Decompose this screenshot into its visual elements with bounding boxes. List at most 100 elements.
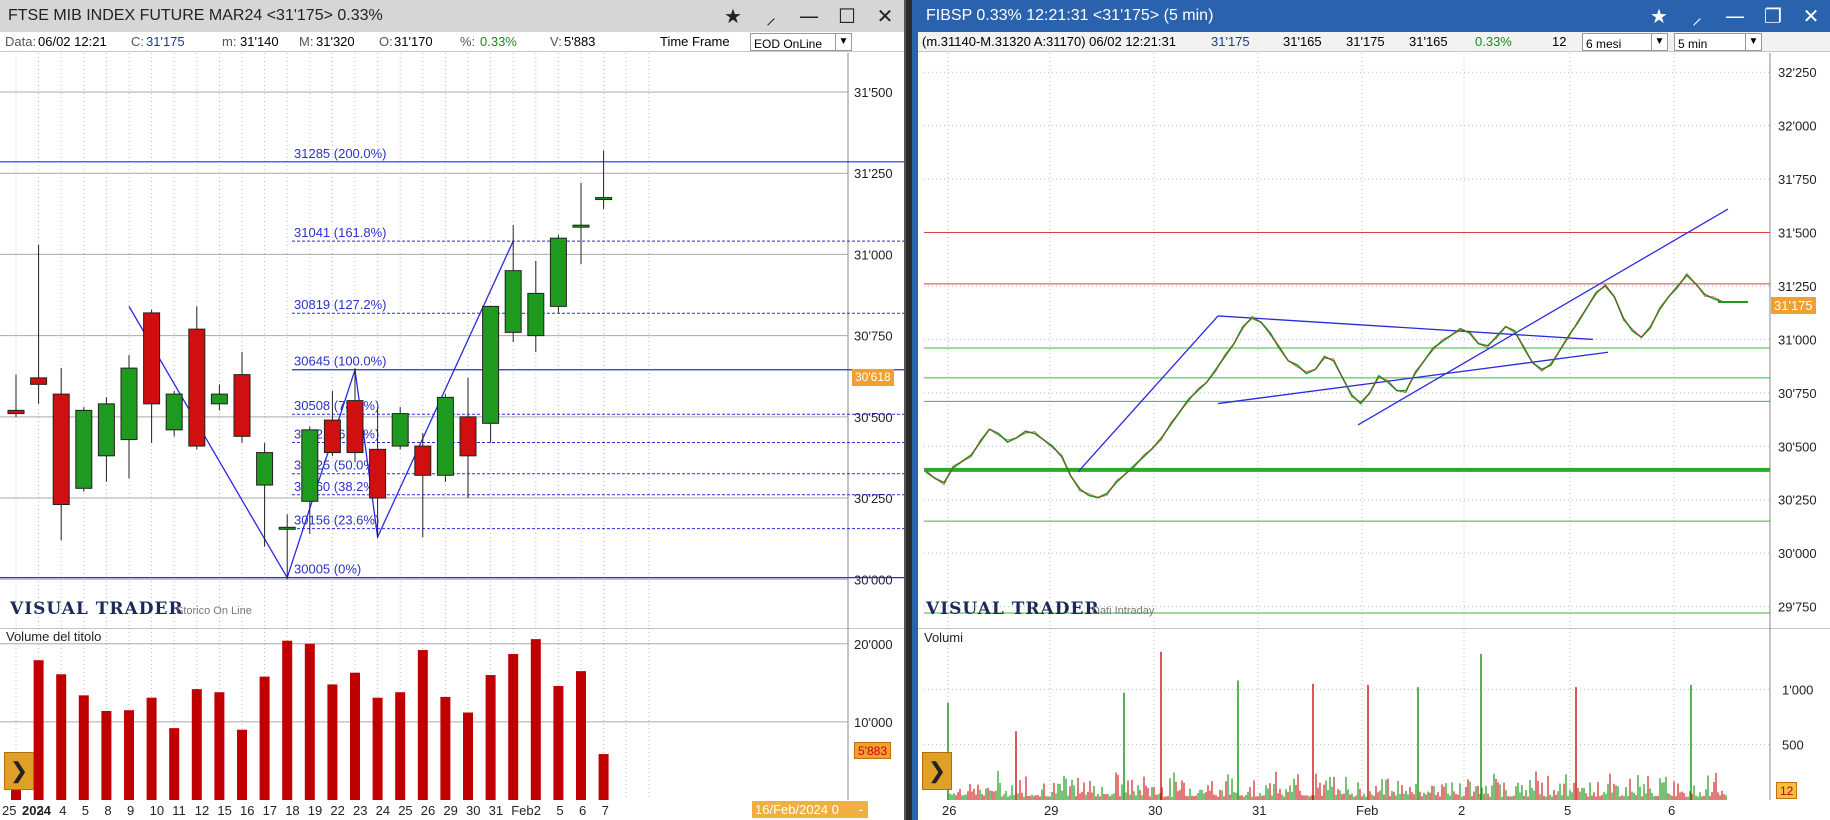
x-tick-label: 12 bbox=[195, 803, 209, 818]
right-pct-value: 0.33% bbox=[1475, 34, 1512, 49]
volume-bar bbox=[33, 660, 44, 800]
price-tick-label: 29'750 bbox=[1778, 600, 1817, 615]
volume-bar bbox=[124, 710, 134, 800]
pct-value: 0.33% bbox=[480, 34, 517, 49]
watermark-sub: Storico On Line bbox=[176, 605, 252, 617]
price-tick-label: 31'500 bbox=[1778, 226, 1817, 241]
volume-bar bbox=[146, 697, 157, 800]
volume-bar bbox=[576, 671, 586, 800]
candle-body bbox=[210, 393, 228, 405]
x-tick-label: 16 bbox=[240, 803, 254, 818]
price-tick-label: 30'250 bbox=[854, 491, 893, 506]
x-tick-label: 25 bbox=[2, 803, 16, 818]
volume-bar bbox=[530, 639, 541, 800]
candle-body bbox=[572, 224, 590, 228]
volume-bar bbox=[440, 696, 451, 800]
volume-bar bbox=[350, 672, 360, 800]
x-tick-label: 11 bbox=[172, 803, 186, 818]
interval-select-value: 5 min bbox=[1678, 37, 1708, 51]
price-tick-label: 31'750 bbox=[1778, 172, 1817, 187]
x-tick-label: Feb bbox=[1356, 803, 1378, 818]
right-chart-window: FIBSP 0.33% 12:21:31 <31'175> (5 min) ★ … bbox=[912, 0, 1830, 820]
volume-bar bbox=[191, 689, 202, 800]
star-icon[interactable]: ★ bbox=[1640, 0, 1678, 32]
x-tick-label: 26 bbox=[942, 803, 956, 818]
left-price-chart[interactable]: 31'500 31'250 31'000 30'750 30'500 30'250 30'0… bbox=[0, 53, 906, 628]
candle-body bbox=[52, 393, 70, 506]
vol-value: 5'883 bbox=[564, 34, 596, 49]
fib-level-label: 30508 (78.6%) bbox=[294, 398, 379, 413]
timeframe-select[interactable]: EOD OnLine ▼ bbox=[750, 33, 852, 51]
pin-icon[interactable]: ⸝ bbox=[1678, 0, 1716, 32]
price-line-down bbox=[925, 272, 1724, 499]
x-tick-label: Feb bbox=[511, 803, 533, 818]
right-window-title: FIBSP 0.33% 12:21:31 <31'175> (5 min) bbox=[926, 7, 1214, 24]
left-play-button[interactable]: ❯ bbox=[4, 752, 34, 790]
period-select[interactable]: 6 mesi ▼ bbox=[1582, 33, 1668, 51]
candle-body bbox=[549, 237, 567, 307]
volume-bar bbox=[395, 692, 406, 800]
x-tick-label: 19 bbox=[308, 803, 322, 818]
minimize-icon[interactable]: — bbox=[1716, 0, 1754, 32]
price-tick-label: 30'250 bbox=[1778, 493, 1817, 508]
minimize-icon[interactable]: — bbox=[790, 0, 828, 32]
x-tick-label: 8 bbox=[104, 803, 111, 818]
volume-tick-label: 10'000 bbox=[854, 715, 893, 730]
left-volume-badge: 5'883 bbox=[854, 742, 891, 759]
left-window-title: FTSE MIB INDEX FUTURE MAR24 <31'175> 0.3… bbox=[8, 7, 383, 24]
x-tick-label: 5 bbox=[82, 803, 89, 818]
quote-value-1: 31'165 bbox=[1283, 34, 1322, 49]
date-badge: 16/Feb/2024 0 - bbox=[752, 801, 868, 818]
close-icon[interactable]: ✕ bbox=[1792, 0, 1830, 32]
chevron-down-icon: ▼ bbox=[1651, 34, 1667, 50]
x-tick-label: 25 bbox=[398, 803, 412, 818]
volume-label: Volume del titolo bbox=[6, 629, 101, 644]
right-price-chart[interactable]: 32'250 32'000 31'750 31'500 31'250 31'000 30'7… bbox=[918, 53, 1830, 628]
right-volume-badge: 12 bbox=[1776, 782, 1798, 799]
x-tick-label: 15 bbox=[217, 803, 231, 818]
x-tick-label: 26 bbox=[421, 803, 435, 818]
x-tick-label: 6 bbox=[579, 803, 586, 818]
x-tick-label: 30 bbox=[1148, 803, 1162, 818]
volume-bar bbox=[327, 684, 338, 800]
candle-body bbox=[97, 403, 115, 457]
x-tick-label: 6 bbox=[1668, 803, 1675, 818]
left-volume-chart[interactable]: 20'000 10'000 Volume del titolo bbox=[0, 628, 906, 800]
volume-bar bbox=[78, 695, 89, 800]
candle-body bbox=[75, 409, 93, 489]
candle-body bbox=[391, 413, 409, 447]
min-value: 31'140 bbox=[240, 34, 279, 49]
left-titlebar[interactable]: FTSE MIB INDEX FUTURE MAR24 <31'175> 0.3… bbox=[0, 0, 904, 32]
interval-select[interactable]: 5 min ▼ bbox=[1674, 33, 1762, 51]
candle-body bbox=[436, 396, 454, 476]
candle-body bbox=[30, 377, 48, 385]
candle-body bbox=[165, 393, 183, 431]
price-tick-label: 32'000 bbox=[1778, 119, 1817, 134]
restore-icon[interactable]: ❐ bbox=[1754, 0, 1792, 32]
period-select-value: 6 mesi bbox=[1586, 37, 1622, 51]
right-x-axis: 26 29 30 31 Feb 2 5 6 bbox=[942, 803, 1675, 818]
volume-tick-label: 500 bbox=[1782, 738, 1804, 753]
chevron-down-icon: ▼ bbox=[835, 34, 851, 50]
volume-bar bbox=[237, 729, 247, 800]
volume-bar bbox=[508, 653, 519, 800]
pin-icon[interactable]: ⸝ bbox=[752, 0, 790, 32]
star-icon[interactable]: ★ bbox=[714, 0, 752, 32]
candle-body bbox=[278, 526, 296, 530]
pct-label: %: bbox=[460, 34, 476, 49]
x-tick-label: 29 bbox=[443, 803, 457, 818]
right-titlebar[interactable]: FIBSP 0.33% 12:21:31 <31'175> (5 min) ★ … bbox=[918, 0, 1830, 32]
right-volume-chart[interactable]: 1'000 500 Volumi bbox=[918, 628, 1830, 800]
volume-bar bbox=[214, 692, 225, 800]
price-tick-label: 30'000 bbox=[1778, 546, 1817, 561]
x-tick-label: 4 bbox=[59, 803, 66, 818]
timeframe-label: Time Frame bbox=[660, 34, 730, 49]
timeframe-select-value: EOD OnLine bbox=[754, 37, 823, 51]
volume-bar bbox=[259, 676, 270, 800]
close-icon[interactable]: ✕ bbox=[866, 0, 904, 32]
volume-bar bbox=[463, 712, 473, 800]
maximize-icon[interactable]: ☐ bbox=[828, 0, 866, 32]
candle-body bbox=[369, 448, 387, 499]
volume-bar bbox=[372, 697, 383, 800]
right-play-button[interactable]: ❯ bbox=[922, 752, 952, 790]
